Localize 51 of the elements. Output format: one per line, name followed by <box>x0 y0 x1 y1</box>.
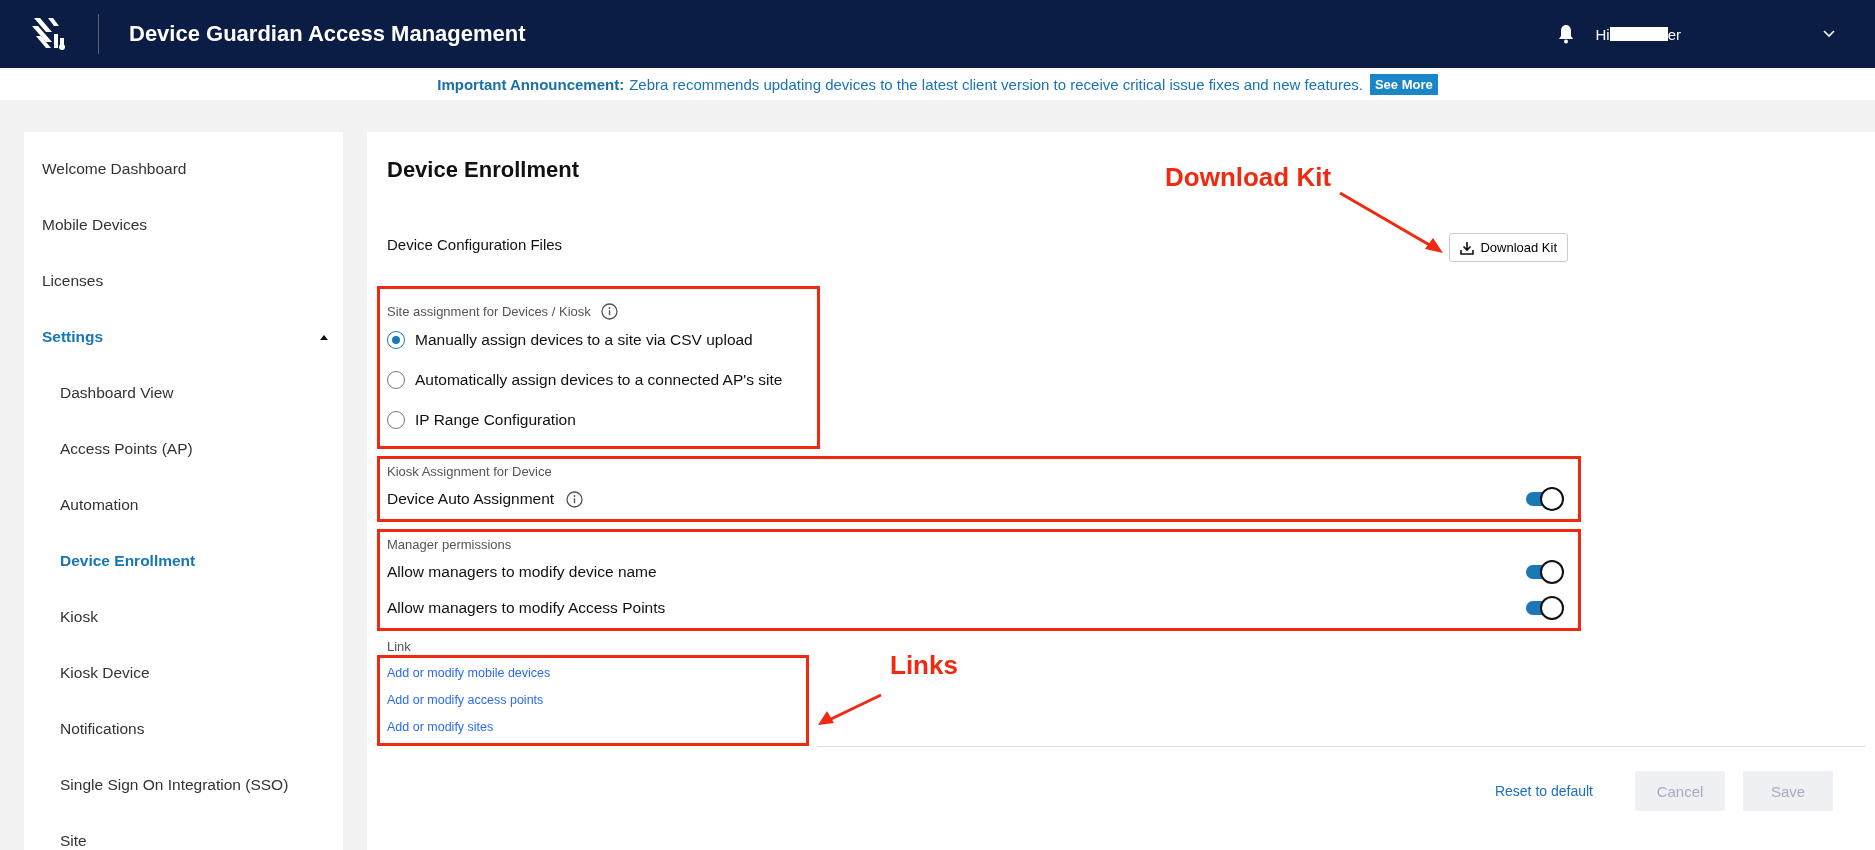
user-greeting: Hi <box>1595 25 1610 43</box>
page-title: Device Enrollment <box>387 156 579 184</box>
radio-label: Manually assign devices to a site via CSV upload <box>415 331 753 349</box>
group-label: Kiosk Assignment for Device <box>387 463 552 479</box>
announcement-label: Important Announcement: <box>437 75 625 93</box>
caret-icon <box>319 334 329 340</box>
info-icon[interactable] <box>566 490 584 508</box>
radio-label: Automatically assign devices to a connected AP's site <box>415 371 783 389</box>
sidebar-item[interactable]: Welcome Dashboard <box>24 141 343 197</box>
link[interactable]: Add or modify sites <box>387 714 798 741</box>
sidebar-item[interactable]: Settings <box>24 309 343 365</box>
download-icon <box>1460 240 1475 255</box>
download-kit-button[interactable]: Download Kit <box>1449 233 1568 262</box>
reset-link[interactable]: Reset to default <box>1488 782 1599 800</box>
section-label: Device Configuration Files <box>387 236 563 253</box>
sidebar-item[interactable]: Kiosk Device <box>24 645 343 701</box>
redaction-bar <box>1609 27 1668 41</box>
radio-button[interactable] <box>387 411 405 429</box>
sidebar-item[interactable]: Mobile Devices <box>24 197 343 253</box>
see-more-button[interactable]: See More <box>1369 73 1438 95</box>
sidebar-item[interactable]: Site <box>24 813 343 850</box>
toggle-switch[interactable] <box>1526 487 1564 511</box>
info-icon[interactable] <box>600 303 618 320</box>
toggle-switch[interactable] <box>1526 560 1564 584</box>
radio-label: IP Range Configuration <box>415 411 576 429</box>
toggle-label: Allow managers to modify Access Points <box>387 599 666 617</box>
chevron-down-icon[interactable] <box>1823 30 1835 38</box>
sidebar-item[interactable]: Access Points (AP) <box>24 421 343 477</box>
sidebar-item[interactable]: Automation <box>24 477 343 533</box>
user-name: er <box>1667 25 1681 43</box>
group-label: Site assignment for Devices / Kiosk <box>387 304 591 319</box>
announcement-message: Zebra recommends updating devices to the latest client version to receive critical issue fixes and new features. <box>629 75 1363 93</box>
sidebar-item[interactable]: Licenses <box>24 253 343 309</box>
group-label: Link <box>387 637 412 655</box>
app-title: Device Guardian Access Management <box>129 21 527 47</box>
bell-icon[interactable] <box>1557 24 1576 44</box>
annotation-label: Links <box>890 650 958 681</box>
toggle-label: Allow managers to modify device name <box>387 563 657 581</box>
sidebar-item[interactable]: Single Sign On Integration (SSO) <box>24 757 343 813</box>
sidebar-item[interactable]: Kiosk <box>24 589 343 645</box>
toggle-switch[interactable] <box>1526 596 1564 620</box>
sidebar-item[interactable]: Notifications <box>24 701 343 757</box>
radio-button[interactable] <box>387 371 405 389</box>
toggle-label: Device Auto Assignment <box>387 490 555 508</box>
group-label: Manager permissions <box>387 536 512 552</box>
sidebar-item[interactable]: Device Enrollment <box>24 533 343 589</box>
link[interactable]: Add or modify access points <box>387 687 798 714</box>
annotation-label: Download Kit <box>1165 162 1332 193</box>
radio-button[interactable] <box>387 331 405 349</box>
sidebar-item[interactable]: Dashboard View <box>24 365 343 421</box>
link[interactable]: Add or modify mobile devices <box>387 660 798 687</box>
